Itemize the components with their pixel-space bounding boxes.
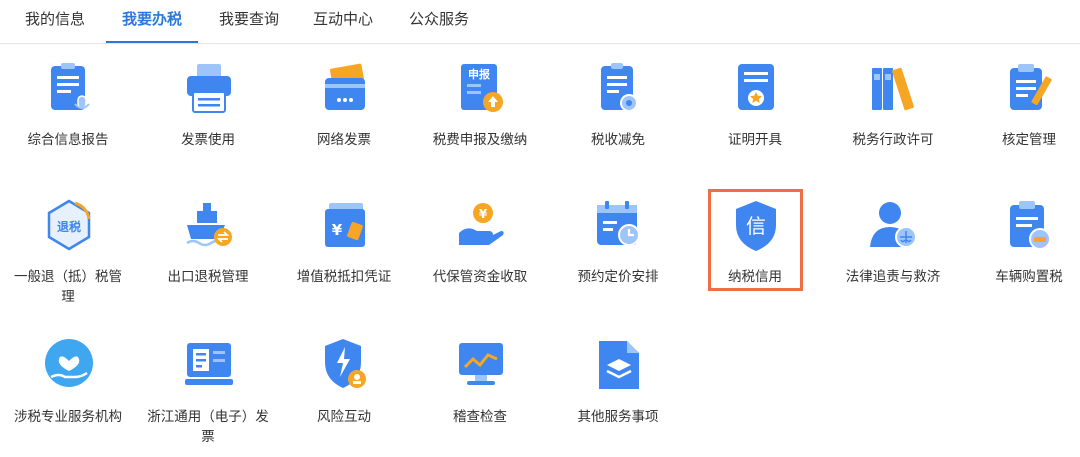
service-item-assessment-management[interactable]: 核定管理 — [962, 60, 1080, 180]
service-item-online-invoice[interactable]: 网络发票 — [277, 60, 411, 180]
service-item-label: 其他服务事项 — [577, 409, 659, 425]
svg-text:退税: 退税 — [57, 219, 81, 234]
declaration-upload-icon: 申报 — [461, 64, 503, 112]
service-item-legal-remedy[interactable]: 法律追责与救济 — [826, 197, 960, 317]
service-item-label: 代保管资金收取 — [432, 269, 528, 285]
monitor-chart-icon — [459, 343, 503, 385]
service-item-vehicle-purchase-tax[interactable]: 车辆购置税 — [962, 197, 1080, 317]
service-item-label: 涉税专业服务机构 — [14, 409, 122, 425]
service-item-other-services[interactable]: 其他服务事项 — [551, 337, 685, 457]
hand-coin-icon: ¥ — [459, 203, 504, 245]
calendar-clock-icon — [597, 201, 640, 246]
document-stamp-icon — [601, 63, 638, 112]
service-item-custody-fund-collection[interactable]: ¥ 代保管资金收取 — [413, 197, 547, 317]
svg-text:¥: ¥ — [332, 221, 343, 239]
top-tab-bar: 我的信息 我要办税 我要查询 互动中心 公众服务 — [0, 0, 1080, 44]
card-icon — [325, 63, 365, 110]
service-item-comprehensive-info-report[interactable]: 综合信息报告 — [1, 60, 135, 180]
service-item-inspection-audit[interactable]: 稽查检查 — [413, 337, 547, 457]
service-item-administrative-license[interactable]: 税务行政许可 — [826, 60, 960, 180]
hand-heart-icon — [45, 339, 93, 387]
tab-my-info[interactable]: 我的信息 — [14, 0, 96, 42]
person-scales-icon — [870, 202, 917, 248]
service-item-tax-agency-institutions[interactable]: 涉税专业服务机构 — [1, 337, 135, 457]
service-item-label: 证明开具 — [728, 132, 782, 148]
service-item-general-tax-refund[interactable]: 退税 一般退（抵）税管理 — [1, 197, 135, 317]
service-item-label: 综合信息报告 — [27, 132, 109, 148]
tab-interaction-center[interactable]: 互动中心 — [302, 0, 384, 42]
certificate-star-icon — [738, 64, 774, 110]
document-layers-icon — [599, 341, 639, 389]
printer-icon — [187, 64, 231, 113]
tab-query[interactable]: 我要查询 — [208, 0, 290, 42]
ship-export-icon — [186, 203, 232, 247]
service-item-tax-relief[interactable]: 税收减免 — [551, 60, 685, 180]
service-item-certificate-issue[interactable]: 证明开具 — [688, 60, 822, 180]
service-item-label: 税费申报及缴纳 — [432, 132, 528, 148]
service-item-tax-declaration-payment[interactable]: 申报 税费申报及缴纳 — [413, 60, 547, 180]
service-item-label: 稽查检查 — [453, 409, 507, 425]
clipboard-car-icon — [1010, 201, 1051, 250]
svg-text:¥: ¥ — [479, 207, 488, 221]
service-item-label: 税务行政许可 — [852, 132, 934, 148]
service-item-risk-interaction[interactable]: 风险互动 — [277, 337, 411, 457]
service-item-vat-deduction-voucher[interactable]: ¥ 增值税抵扣凭证 — [277, 197, 411, 317]
service-item-export-tax-refund[interactable]: 出口退税管理 — [141, 197, 275, 317]
service-item-label: 核定管理 — [1002, 132, 1056, 148]
yuan-cards-icon: ¥ — [325, 203, 365, 247]
service-item-label: 增值税抵扣凭证 — [296, 269, 392, 285]
service-item-advance-pricing[interactable]: 预约定价安排 — [551, 197, 685, 317]
document-microphone-icon — [51, 63, 90, 110]
svg-text:申报: 申报 — [468, 67, 491, 81]
service-item-zhejiang-e-invoice[interactable]: 浙江通用（电子）发票 — [141, 337, 275, 457]
highlight-frame — [708, 189, 803, 291]
service-item-label: 法律追责与救济 — [845, 269, 941, 285]
service-item-invoice-use[interactable]: 发票使用 — [141, 60, 275, 180]
service-item-label: 出口退税管理 — [167, 269, 249, 285]
service-item-label: 浙江通用（电子）发票 — [147, 409, 269, 445]
tab-tax-handling[interactable]: 我要办税 — [106, 0, 198, 43]
service-item-label: 车辆购置税 — [995, 269, 1063, 285]
service-item-label: 预约定价安排 — [577, 269, 659, 285]
service-item-label: 发票使用 — [181, 132, 235, 148]
clipboard-pen-icon — [1010, 64, 1052, 110]
tab-public-service[interactable]: 公众服务 — [398, 0, 480, 42]
terminal-receipt-icon — [185, 343, 233, 385]
service-item-label: 风险互动 — [317, 409, 371, 425]
service-item-label: 网络发票 — [317, 132, 371, 148]
shield-lightning-icon — [325, 339, 366, 388]
service-item-label: 一般退（抵）税管理 — [14, 269, 122, 305]
service-item-label: 税收减免 — [591, 132, 645, 148]
binders-icon — [872, 67, 914, 111]
tax-refund-icon: 退税 — [47, 199, 91, 251]
